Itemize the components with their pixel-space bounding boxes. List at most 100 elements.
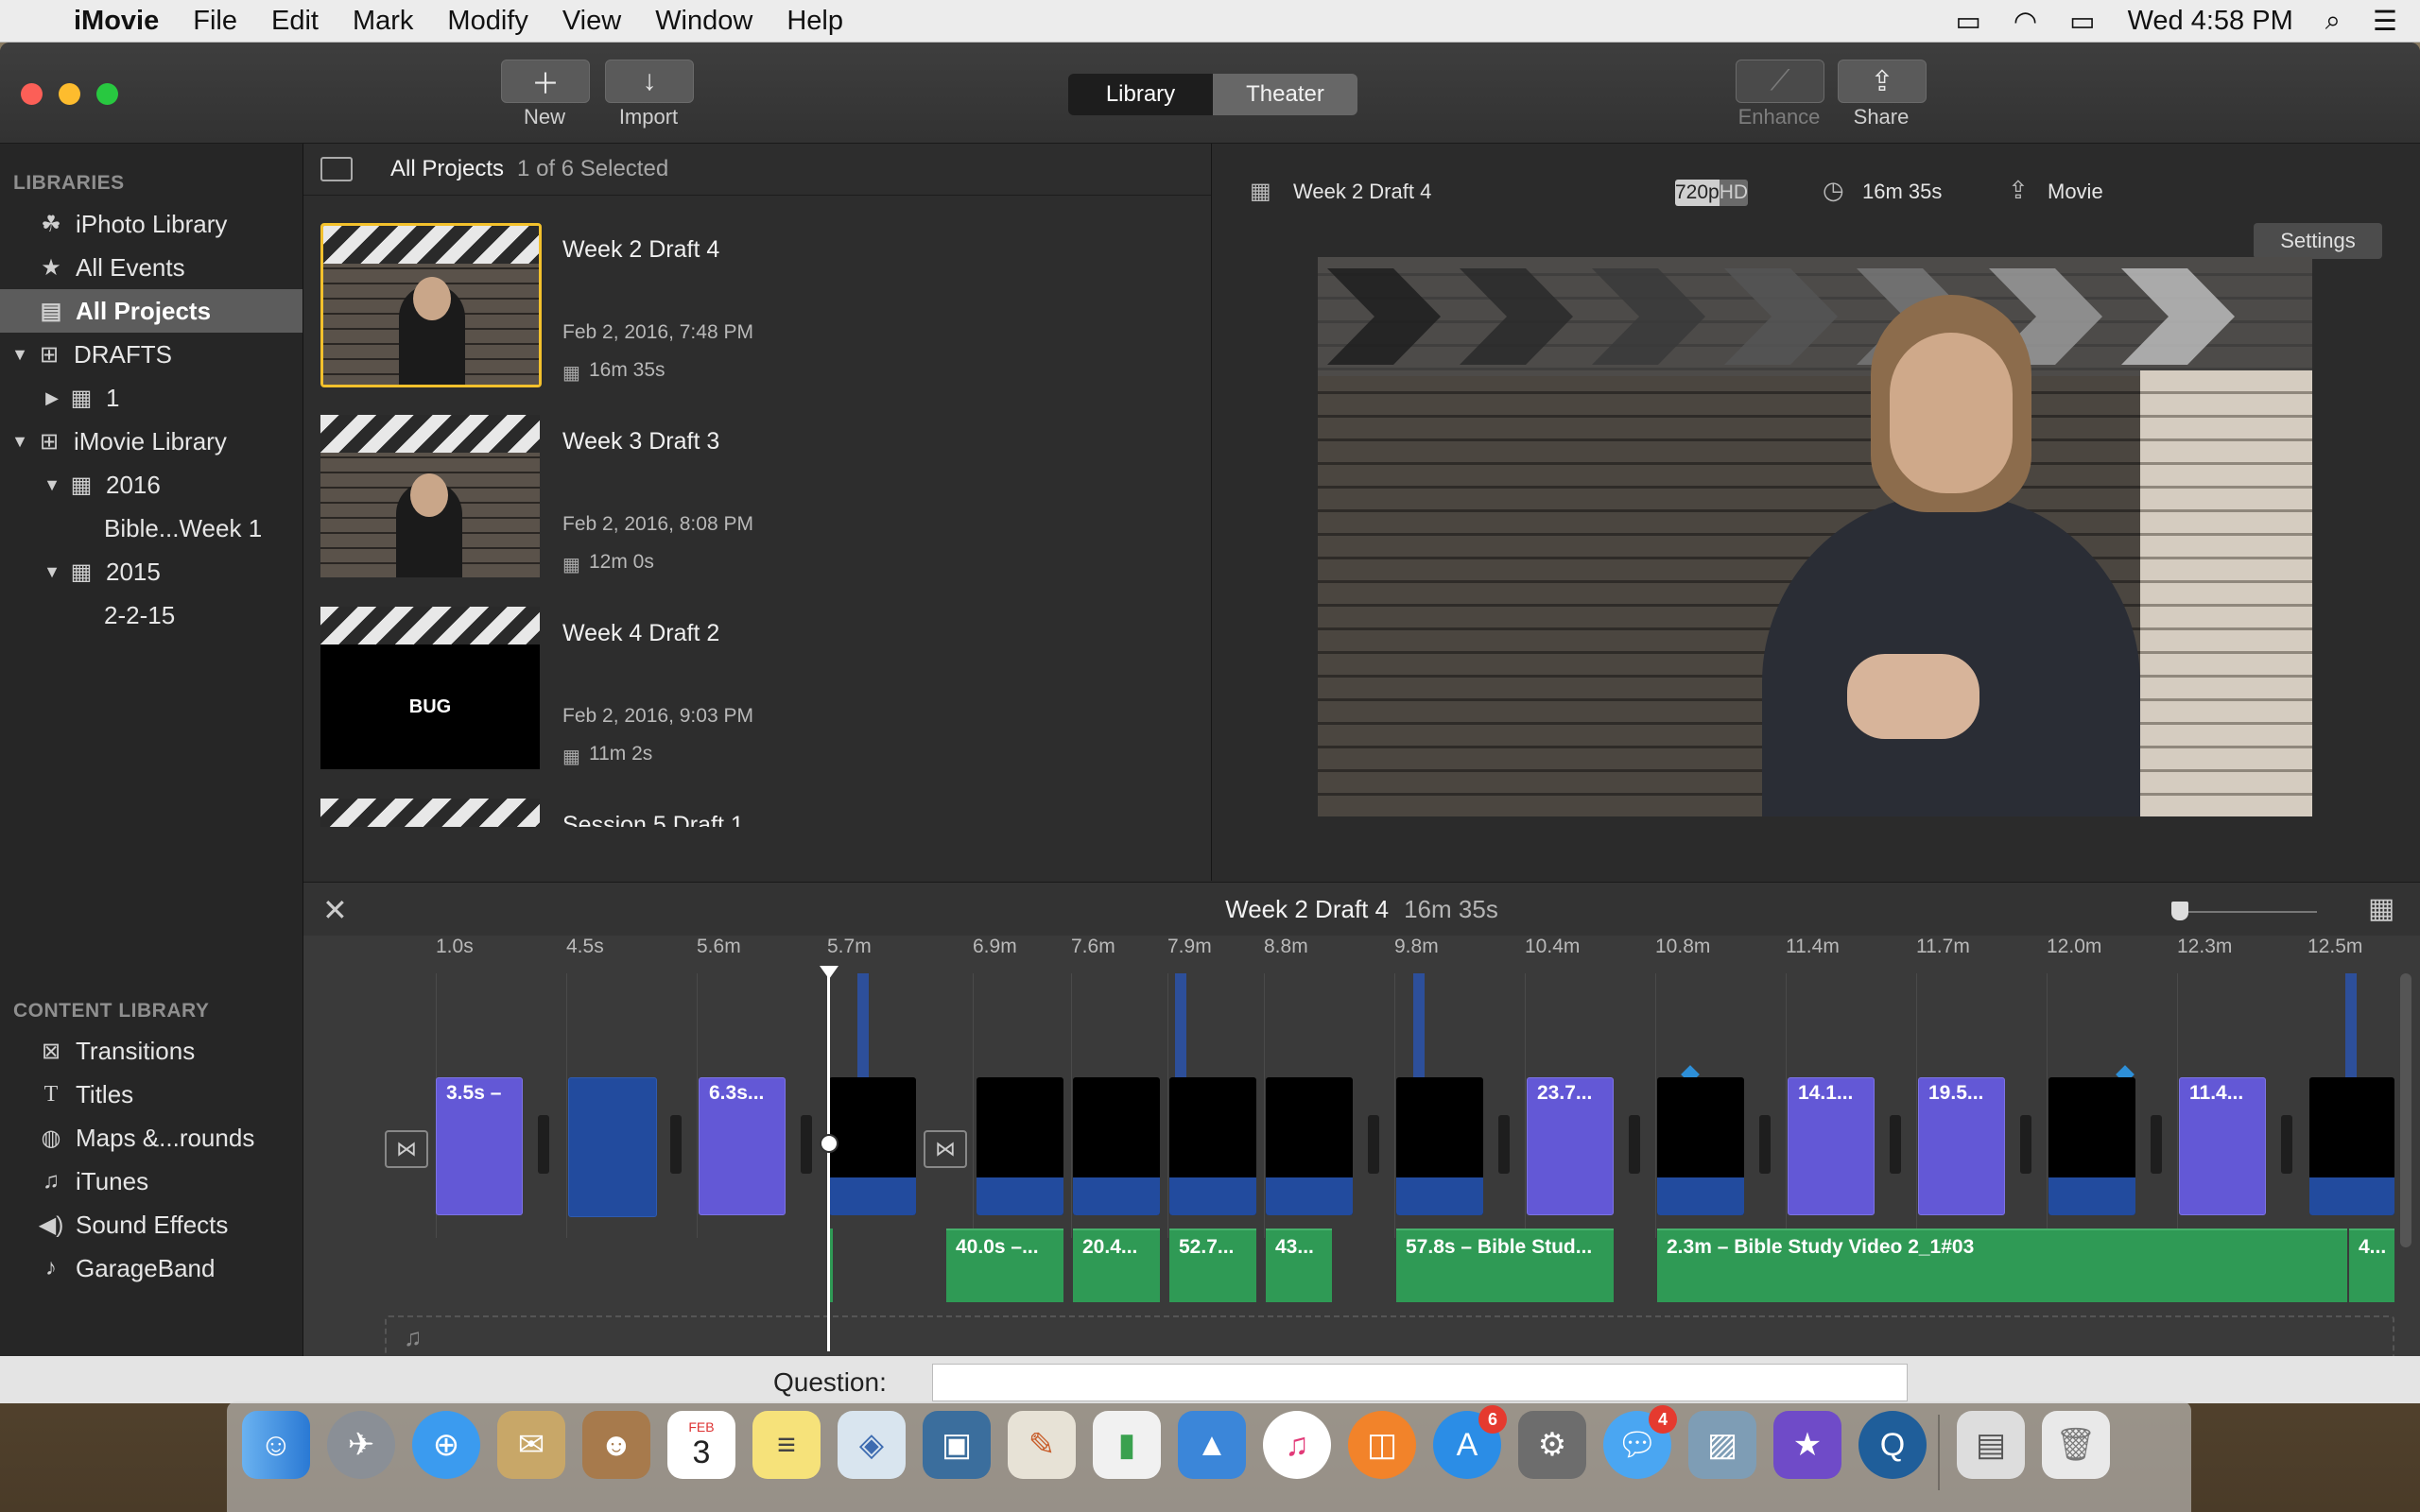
notification-center-icon[interactable]: ☰ bbox=[2373, 5, 2397, 38]
video-clip[interactable]: 3.5s – bbox=[436, 1077, 523, 1215]
menu-help[interactable]: Help bbox=[786, 6, 843, 37]
launchpad-icon[interactable]: ✈ bbox=[327, 1411, 395, 1479]
numbers-icon[interactable]: ▮ bbox=[1093, 1411, 1161, 1479]
sidebar-item-imovie-library[interactable]: ▼ ⊞ iMovie Library bbox=[0, 420, 302, 463]
downloads-stack-icon[interactable]: ▤ bbox=[1957, 1411, 2025, 1479]
close-icon[interactable]: ✕ bbox=[322, 892, 348, 928]
video-clip[interactable] bbox=[1169, 1077, 1256, 1215]
photo-booth-icon[interactable]: ▣ bbox=[923, 1411, 991, 1479]
airplay-icon[interactable]: ▭ bbox=[1955, 5, 1980, 38]
project-item-week2-draft4[interactable]: Week 2 Draft 4 Feb 2, 2016, 7:48 PM ▦ 16… bbox=[320, 223, 1152, 393]
video-clip[interactable] bbox=[1073, 1077, 1160, 1215]
sidebar-item-2016[interactable]: ▼ ▦ 2016 bbox=[0, 463, 302, 507]
ibooks-icon[interactable]: ◫ bbox=[1348, 1411, 1416, 1479]
safari-icon[interactable]: ⊕ bbox=[412, 1411, 480, 1479]
notes-icon[interactable]: ≡ bbox=[752, 1411, 821, 1479]
res-720p[interactable]: 720p bbox=[1675, 180, 1720, 206]
clip-appearance-icon[interactable]: ▦ bbox=[2368, 892, 2394, 925]
share-button[interactable]: ⇪ bbox=[1838, 60, 1927, 103]
audio-clip[interactable]: 43... bbox=[1266, 1228, 1332, 1302]
trash-icon[interactable]: 🗑︎ bbox=[2042, 1411, 2110, 1479]
imovie-icon[interactable]: ★ bbox=[1773, 1411, 1841, 1479]
playhead[interactable] bbox=[827, 973, 830, 1351]
content-item-transitions[interactable]: ⊠ Transitions bbox=[0, 1029, 302, 1073]
mail-icon[interactable]: ✉ bbox=[497, 1411, 565, 1479]
audio-clip[interactable]: 57.8s – Bible Stud... bbox=[1396, 1228, 1614, 1302]
video-clip[interactable]: 6.3s... bbox=[699, 1077, 786, 1215]
disclosure-triangle-down-icon[interactable]: ▼ bbox=[42, 562, 62, 582]
disclosure-triangle-down-icon[interactable]: ▼ bbox=[42, 475, 62, 495]
new-button[interactable]: ＋ bbox=[501, 60, 590, 103]
keynote-icon[interactable]: ▲ bbox=[1178, 1411, 1246, 1479]
video-clip[interactable]: 14.1... bbox=[1788, 1077, 1875, 1215]
menu-mark[interactable]: Mark bbox=[353, 6, 413, 37]
disclosure-triangle-down-icon[interactable]: ▼ bbox=[9, 432, 30, 452]
pages-icon[interactable]: ✎ bbox=[1008, 1411, 1076, 1479]
music-well[interactable]: ♫ bbox=[385, 1315, 2394, 1356]
library-tab[interactable]: Library bbox=[1068, 74, 1213, 115]
transition-icon[interactable]: ⋈ bbox=[924, 1130, 967, 1168]
close-window-button[interactable] bbox=[21, 83, 43, 105]
quicktime-icon[interactable]: Q bbox=[1858, 1411, 1927, 1479]
project-item-session5-draft1[interactable]: Session 5 Draft 1 bbox=[320, 799, 1152, 827]
sidebar-item-all-projects[interactable]: ▤ All Projects bbox=[0, 289, 302, 333]
video-clip[interactable] bbox=[1396, 1077, 1483, 1215]
audio-clip[interactable]: 2.3m – Bible Study Video 2_1#03 bbox=[1657, 1228, 2347, 1302]
menu-edit[interactable]: Edit bbox=[271, 6, 319, 37]
content-item-maps[interactable]: ◍ Maps &...rounds bbox=[0, 1116, 302, 1160]
vertical-scrollbar[interactable] bbox=[2400, 973, 2411, 1247]
menu-view[interactable]: View bbox=[562, 6, 621, 37]
search-icon[interactable]: ⌕ bbox=[2325, 6, 2341, 37]
itunes-icon[interactable]: ♫ bbox=[1263, 1411, 1331, 1479]
content-item-garageband[interactable]: ♪ GarageBand bbox=[0, 1246, 302, 1290]
audio-clip[interactable]: 52.7... bbox=[1169, 1228, 1256, 1302]
sidebar-item-bible-week-1[interactable]: Bible...Week 1 bbox=[0, 507, 302, 550]
calendar-icon[interactable]: FEB 3 bbox=[667, 1411, 735, 1479]
settings-button[interactable]: Settings bbox=[2254, 223, 2382, 259]
res-hd[interactable]: HD bbox=[1719, 180, 1749, 206]
video-clip[interactable] bbox=[1657, 1077, 1744, 1215]
playhead-top-icon[interactable] bbox=[820, 966, 838, 979]
video-clip[interactable] bbox=[2048, 1077, 2135, 1215]
content-item-itunes[interactable]: ♫ iTunes bbox=[0, 1160, 302, 1203]
project-item-week4-draft2[interactable]: BUG Week 4 Draft 2 Feb 2, 2016, 9:03 PM … bbox=[320, 607, 1152, 777]
video-clip[interactable]: 19.5... bbox=[1918, 1077, 2005, 1215]
finder-icon[interactable]: ☺ bbox=[242, 1411, 310, 1479]
video-clip[interactable]: 11.4... bbox=[2179, 1077, 2266, 1215]
sidebar-item-iphoto-library[interactable]: ☘ iPhoto Library bbox=[0, 202, 302, 246]
video-preview[interactable] bbox=[1318, 257, 2312, 816]
maps-icon[interactable]: ◈ bbox=[838, 1411, 906, 1479]
messages-icon[interactable]: 💬︎ 4 bbox=[1603, 1405, 1677, 1479]
sidebar-item-drafts[interactable]: ▼ ⊞ DRAFTS bbox=[0, 333, 302, 376]
zoom-window-button[interactable] bbox=[96, 83, 118, 105]
sidebar-item-2-2-15[interactable]: 2-2-15 bbox=[0, 593, 302, 637]
sidebar-item-all-events[interactable]: ★ All Events bbox=[0, 246, 302, 289]
resolution-toggle[interactable]: 720p HD bbox=[1675, 180, 1749, 206]
minimize-window-button[interactable] bbox=[59, 83, 80, 105]
video-clip[interactable] bbox=[2309, 1077, 2394, 1215]
battery-icon[interactable]: ▭ bbox=[2069, 5, 2095, 38]
video-clip[interactable] bbox=[977, 1077, 1063, 1215]
content-item-sound-effects[interactable]: ◀) Sound Effects bbox=[0, 1203, 302, 1246]
audio-clip[interactable]: 40.0s –... bbox=[946, 1228, 1063, 1302]
sidebar-item-2015[interactable]: ▼ ▦ 2015 bbox=[0, 550, 302, 593]
system-preferences-icon[interactable]: ⚙ bbox=[1518, 1411, 1586, 1479]
transition-icon[interactable]: ⋈ bbox=[385, 1130, 428, 1168]
enhance-button[interactable]: ⟋ bbox=[1736, 60, 1824, 103]
question-input[interactable] bbox=[932, 1364, 1908, 1401]
zoom-slider[interactable] bbox=[2171, 902, 2317, 920]
video-clip[interactable] bbox=[568, 1077, 657, 1217]
import-button[interactable]: ↓ bbox=[605, 60, 694, 103]
contacts-icon[interactable]: ☻ bbox=[582, 1411, 650, 1479]
content-item-titles[interactable]: T Titles bbox=[0, 1073, 302, 1116]
audio-clip[interactable]: 4... bbox=[2349, 1228, 2394, 1302]
sidebar-toggle-icon[interactable] bbox=[320, 157, 353, 181]
clock[interactable]: Wed 4:58 PM bbox=[2128, 6, 2293, 37]
video-clip[interactable]: 23.7... bbox=[1527, 1077, 1614, 1215]
video-clip[interactable] bbox=[829, 1077, 916, 1215]
video-clip[interactable] bbox=[1266, 1077, 1353, 1215]
app-menu[interactable]: iMovie bbox=[74, 6, 159, 37]
menu-file[interactable]: File bbox=[193, 6, 237, 37]
wifi-icon[interactable]: ◠ bbox=[2014, 5, 2037, 38]
project-item-week3-draft3[interactable]: Week 3 Draft 3 Feb 2, 2016, 8:08 PM ▦ 12… bbox=[320, 415, 1152, 585]
